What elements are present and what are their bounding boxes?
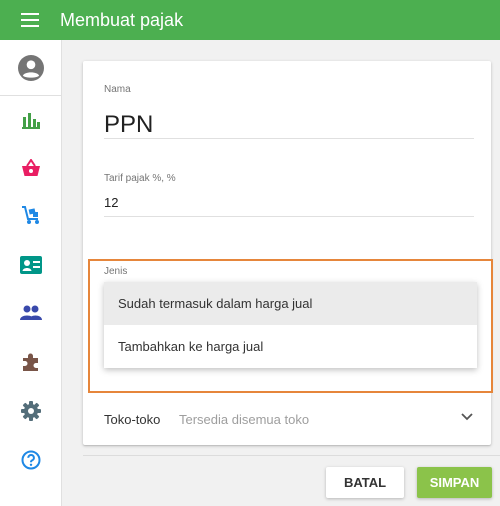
tax-form-card: Nama PPN Tarif pajak %, % 12 Jenis Toko-… [83, 61, 491, 445]
stores-select[interactable]: Toko-toko Tersedia disemua toko [83, 401, 491, 437]
nav-help[interactable] [0, 440, 62, 480]
name-underline [104, 138, 474, 139]
account-button[interactable] [0, 40, 61, 96]
name-label: Nama [104, 84, 131, 95]
cart-icon [22, 206, 39, 224]
menu-icon[interactable] [0, 0, 60, 40]
save-button[interactable]: SIMPAN [417, 467, 492, 498]
rate-input[interactable]: 12 [104, 195, 118, 210]
type-option-add[interactable]: Tambahkan ke harga jual [104, 325, 477, 368]
type-option-included[interactable]: Sudah termasuk dalam harga jual [104, 282, 477, 325]
help-icon [21, 450, 41, 470]
nav-integrations[interactable] [0, 342, 62, 382]
nav-settings[interactable] [0, 391, 62, 431]
sidebar [0, 40, 62, 506]
nav-sales[interactable] [0, 148, 62, 188]
name-input[interactable]: PPN [104, 111, 153, 139]
nav-products[interactable] [0, 195, 62, 235]
chevron-down-icon [461, 413, 473, 421]
rate-underline [104, 216, 474, 217]
id-card-icon [20, 256, 42, 274]
rate-label: Tarif pajak %, % [104, 173, 176, 184]
puzzle-icon [23, 353, 38, 371]
stores-label: Toko-toko [104, 411, 161, 427]
nav-employees[interactable] [0, 245, 62, 285]
people-icon [20, 305, 42, 320]
account-circle-icon [17, 54, 44, 81]
nav-customers[interactable] [0, 293, 62, 333]
basket-icon [22, 159, 40, 176]
footer-divider [83, 455, 500, 456]
settings-icon [21, 401, 41, 421]
cancel-button[interactable]: BATAL [326, 467, 404, 498]
page-title: Membuat pajak [60, 9, 184, 30]
stores-value: Tersedia disemua toko [179, 411, 310, 427]
app-bar: Membuat pajak [0, 0, 500, 40]
type-label: Jenis [104, 266, 128, 277]
bar-chart-icon [22, 113, 40, 129]
type-dropdown-menu: Sudah termasuk dalam harga jual Tambahka… [104, 282, 477, 368]
nav-reports[interactable] [0, 100, 62, 140]
